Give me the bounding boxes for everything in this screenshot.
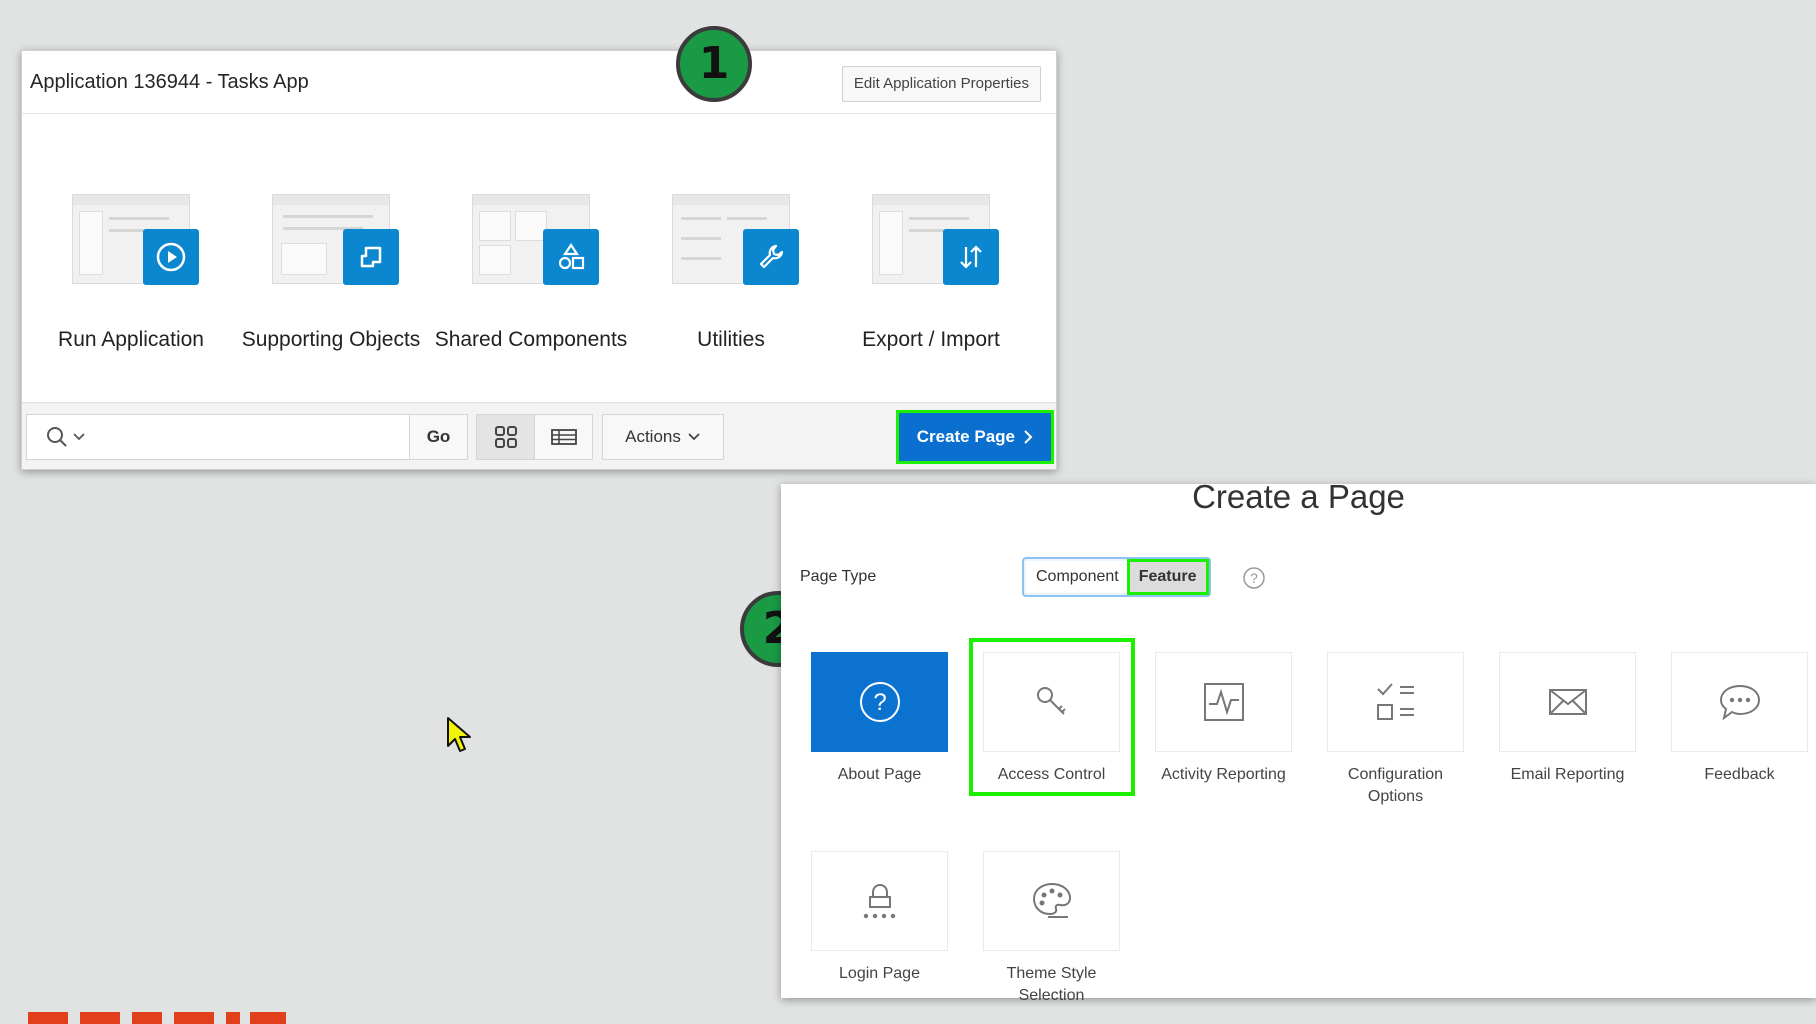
tile-supporting-objects[interactable]: Supporting Objects xyxy=(231,194,431,352)
page-preview-art xyxy=(472,194,599,285)
scroll-icon xyxy=(343,229,399,285)
search-input[interactable] xyxy=(105,414,410,460)
dialog-title: Create a Page xyxy=(1192,478,1405,515)
component-option[interactable]: Component xyxy=(1026,561,1129,593)
page-preview-art xyxy=(872,194,999,285)
page-type-toggle: Component Feature xyxy=(1022,557,1211,597)
arrows-up-down-icon xyxy=(943,229,999,285)
chevron-down-icon xyxy=(73,433,85,441)
application-title: Application 136944 - Tasks App xyxy=(30,71,309,93)
tile-label: Supporting Objects xyxy=(241,328,421,351)
access-control-highlight xyxy=(969,638,1135,796)
svg-text:?: ? xyxy=(1250,570,1258,586)
feature-label: Email Reporting xyxy=(1510,766,1625,783)
page-preview-art xyxy=(272,194,399,285)
wrench-icon xyxy=(743,229,799,285)
tile-label: Shared Components xyxy=(434,328,628,351)
page-preview-art xyxy=(672,194,799,285)
create-page-button[interactable]: Create Page xyxy=(895,410,1055,464)
palette-icon xyxy=(983,851,1120,951)
create-page-dialog: Create a Page Page Type Component Featur… xyxy=(781,478,1816,1004)
feature-about-page[interactable]: ? About Page xyxy=(811,652,948,786)
create-page-label: Create Page xyxy=(916,427,1015,446)
application-toolbar: Go Actions Create Page xyxy=(22,402,1056,469)
tile-label: Utilities xyxy=(697,328,765,351)
feature-label: Configuration Options xyxy=(1347,766,1444,805)
feature-label: Feedback xyxy=(1704,766,1775,783)
envelope-icon xyxy=(1499,652,1636,752)
grid-icon xyxy=(494,426,517,448)
tile-label: Run Application xyxy=(58,328,204,351)
play-icon xyxy=(143,229,199,285)
shapes-icon xyxy=(543,229,599,285)
chevron-down-icon xyxy=(688,433,700,441)
tile-label: Export / Import xyxy=(862,328,1000,351)
svg-text:?: ? xyxy=(873,689,886,716)
feature-label: Login Page xyxy=(839,965,920,982)
feature-configuration-options[interactable]: Configuration Options xyxy=(1327,652,1464,808)
pulse-icon xyxy=(1155,652,1292,752)
table-icon xyxy=(550,429,577,445)
question-icon: ? xyxy=(811,652,948,752)
search-icon xyxy=(47,427,67,447)
feature-email-reporting[interactable]: Email Reporting xyxy=(1499,652,1636,786)
feature-feedback[interactable]: Feedback xyxy=(1671,652,1808,786)
mouse-cursor-icon xyxy=(447,717,471,752)
feature-label: About Page xyxy=(837,766,922,783)
feature-activity-reporting[interactable]: Activity Reporting xyxy=(1155,652,1292,786)
application-home-panel: Application 136944 - Tasks App Edit Appl… xyxy=(21,50,1057,470)
feature-login-page[interactable]: Login Page xyxy=(811,851,948,985)
feature-label: Theme Style Selection xyxy=(1006,965,1097,1004)
page-preview-art xyxy=(72,194,199,285)
checklist-icon xyxy=(1327,652,1464,752)
tile-run-application[interactable]: Run Application xyxy=(31,194,231,352)
go-button[interactable]: Go xyxy=(409,414,468,460)
help-icon[interactable]: ? xyxy=(1242,566,1266,590)
tile-utilities[interactable]: Utilities xyxy=(631,194,831,352)
oracle-logo xyxy=(28,1012,286,1024)
speech-bubble-icon xyxy=(1671,652,1808,752)
report-view-button[interactable] xyxy=(534,414,593,460)
application-header: Application 136944 - Tasks App Edit Appl… xyxy=(22,51,1056,114)
search-options-button[interactable] xyxy=(26,414,106,460)
actions-label: Actions xyxy=(625,427,681,446)
chevron-right-icon xyxy=(1024,430,1033,444)
feature-theme-style-selection[interactable]: Theme Style Selection xyxy=(983,851,1120,1007)
tile-shared-components[interactable]: Shared Components xyxy=(431,194,631,352)
actions-menu-button[interactable]: Actions xyxy=(602,414,724,460)
tile-export-import[interactable]: Export / Import xyxy=(831,194,1031,352)
edit-application-properties-button[interactable]: Edit Application Properties xyxy=(841,66,1041,102)
icon-view-button[interactable] xyxy=(476,414,535,460)
lock-icon xyxy=(811,851,948,951)
feature-option[interactable]: Feature xyxy=(1126,559,1209,595)
page-type-label: Page Type xyxy=(800,568,877,585)
step-1-badge: 1 xyxy=(676,26,752,102)
feature-label: Activity Reporting xyxy=(1161,766,1286,783)
